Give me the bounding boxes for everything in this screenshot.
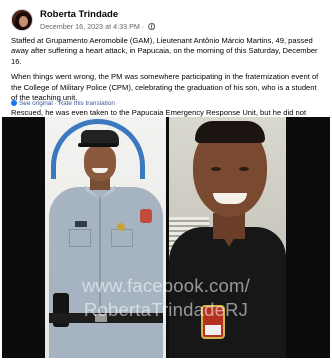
post-timestamp[interactable]: December 16, 2023 at 4:33 PM (40, 22, 140, 31)
avatar[interactable] (11, 9, 33, 31)
author-name[interactable]: Roberta Trindade (40, 9, 118, 20)
post-media[interactable]: www.facebook.com/ RobertaTrindadeRJ (2, 117, 330, 358)
photo-man-smiling (169, 117, 286, 358)
photo-officer-uniform (45, 117, 166, 358)
translate-icon (11, 100, 17, 106)
translation-bar: See original · Rate this translation (11, 100, 115, 107)
rate-translation-link[interactable]: Rate this translation (58, 100, 114, 107)
post-paragraph: Staffed at Grupamento Aeromobile (GAM), … (11, 36, 318, 66)
meta-separator: · (141, 22, 145, 31)
post-paragraph: When things went wrong, the PM was somew… (11, 72, 319, 103)
watermark-line: RobertaTrindadeRJ (83, 299, 249, 320)
translation-separator: · (54, 100, 57, 107)
watermark-line: www.facebook.com/ (82, 275, 250, 296)
see-original-link[interactable]: See original (19, 100, 53, 107)
globe-icon (148, 23, 156, 30)
post-meta: December 16, 2023 at 4:33 PM · (40, 22, 156, 31)
post-header: Roberta Trindade December 16, 2023 at 4:… (11, 8, 321, 32)
